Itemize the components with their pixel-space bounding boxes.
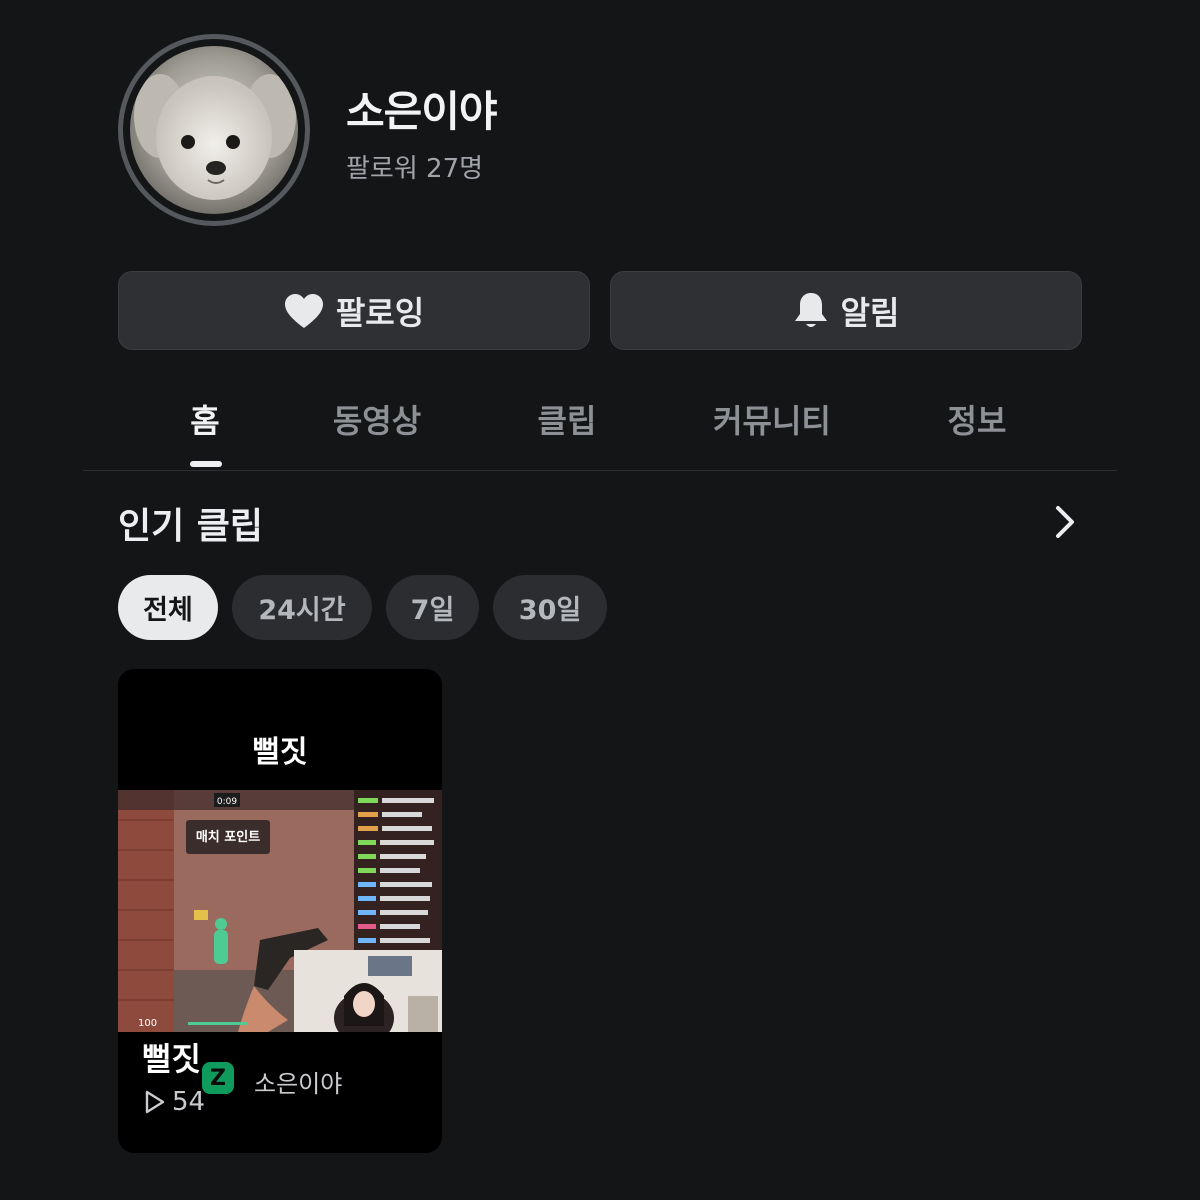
clip-card[interactable]: 뻘짓 0:09 매치 포인트 100 뻘짓 Z 소은이야 54 bbox=[118, 669, 442, 1153]
avatar-image bbox=[130, 46, 298, 214]
following-button[interactable]: 팔로잉 bbox=[118, 271, 590, 350]
tab-info[interactable]: 정보 bbox=[948, 396, 1007, 442]
hud-match-point: 매치 포인트 bbox=[196, 829, 260, 845]
filter-7d[interactable]: 7일 bbox=[386, 575, 479, 640]
section-title: 인기 클립 bbox=[118, 506, 264, 547]
filter-all[interactable]: 전체 bbox=[118, 575, 218, 640]
active-tab-indicator bbox=[190, 461, 222, 467]
tab-videos[interactable]: 동영상 bbox=[333, 396, 421, 442]
clip-title: 뻘짓 bbox=[142, 1040, 201, 1078]
tab-home[interactable]: 홈 bbox=[190, 396, 219, 442]
filter-24h[interactable]: 24시간 bbox=[232, 575, 372, 640]
notification-button[interactable]: 알림 bbox=[610, 271, 1082, 350]
clip-author[interactable]: 소은이야 bbox=[254, 1064, 342, 1099]
chevron-right-icon[interactable] bbox=[1048, 502, 1082, 542]
play-icon bbox=[145, 1090, 165, 1114]
clip-thumbnail: 0:09 매치 포인트 100 bbox=[118, 790, 442, 1032]
bell-icon bbox=[794, 292, 827, 327]
clip-caption: 뻘짓 bbox=[252, 735, 308, 770]
channel-name: 소은이야 bbox=[346, 87, 498, 136]
tab-community[interactable]: 커뮤니티 bbox=[713, 396, 831, 442]
notification-label: 알림 bbox=[840, 293, 900, 332]
hud-timer: 0:09 bbox=[217, 797, 237, 807]
avatar[interactable] bbox=[118, 34, 310, 226]
heart-icon bbox=[284, 293, 323, 328]
follower-count: 팔로워 27명 bbox=[346, 154, 484, 184]
channel-page: 소은이야 팔로워 27명 팔로잉 알림 홈 동영상 클립 커뮤니티 정보 인기 … bbox=[0, 0, 1200, 1200]
clip-view-count: 54 bbox=[144, 1087, 205, 1117]
tab-clips[interactable]: 클립 bbox=[538, 396, 597, 442]
filter-30d[interactable]: 30일 bbox=[493, 575, 607, 640]
chzzk-logo-icon: Z bbox=[202, 1062, 234, 1094]
channel-tabs: 홈 동영상 클립 커뮤니티 정보 bbox=[83, 380, 1117, 471]
clip-views-value: 54 bbox=[172, 1087, 206, 1117]
hud-health: 100 bbox=[138, 1018, 157, 1029]
following-label: 팔로잉 bbox=[335, 293, 425, 332]
